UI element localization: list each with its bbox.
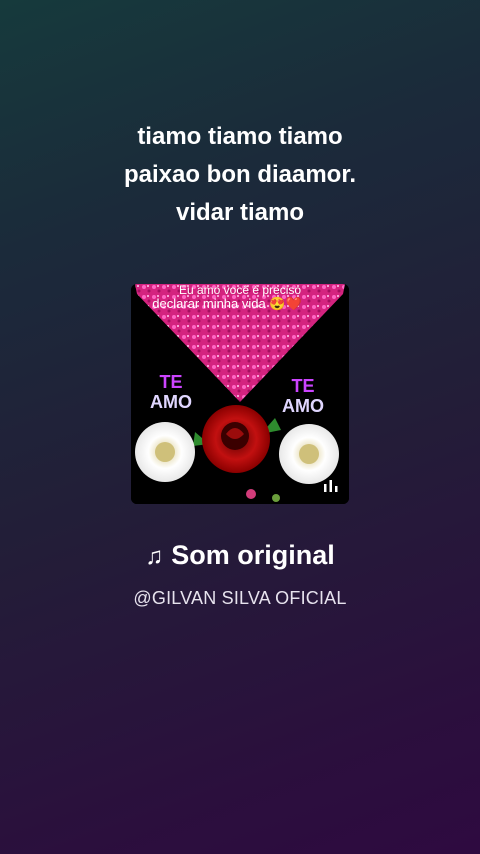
- thumb-right-amo: AMO: [282, 396, 324, 416]
- thumb-top-text-2: declarar minha vida 😍❤️: [152, 296, 302, 311]
- thumb-right-te: TE: [291, 376, 314, 396]
- caption-line-2: paixao bon diaamor.: [123, 161, 357, 188]
- sound-title: Som original: [171, 540, 335, 570]
- caption-line-3: vidar tiamo: [175, 199, 305, 226]
- sound-thumbnail[interactable]: Eu amo você é preciso declarar minha vid…: [131, 284, 349, 504]
- thumb-left-amo: AMO: [150, 392, 192, 412]
- equalizer-icon: [324, 480, 338, 492]
- sound-author-link[interactable]: @GILVAN SILVA OFICIAL: [0, 588, 480, 609]
- music-note-icon: ♫: [145, 543, 164, 570]
- white-rose-right-icon: [279, 424, 339, 484]
- thumb-left-te: TE: [159, 372, 182, 392]
- video-caption: tiamo tiamo tiamo paixao bon diaamor. vi…: [0, 118, 480, 232]
- white-rose-left-icon: [135, 422, 195, 482]
- thumbnail-artwork: Eu amo você é preciso declarar minha vid…: [131, 284, 349, 504]
- sound-title-row[interactable]: ♫ Som original: [0, 540, 480, 571]
- caption-line-1: tiamo tiamo tiamo: [137, 123, 343, 150]
